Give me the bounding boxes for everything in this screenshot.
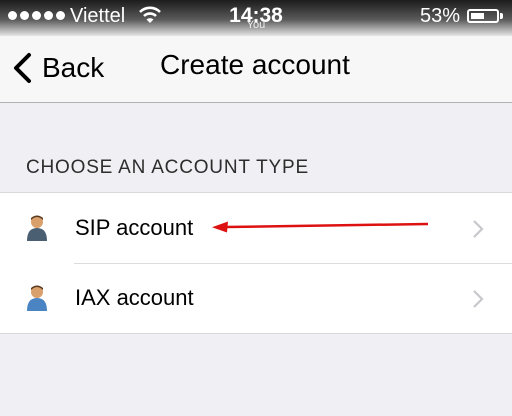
user-icon: [27, 285, 47, 311]
battery-level-fill: [471, 13, 484, 19]
sip-account-label: SIP account: [75, 215, 194, 240]
user-icon-body: [27, 298, 47, 311]
battery-icon: [467, 9, 499, 23]
chevron-left-icon: [14, 53, 31, 83]
battery-tip: [500, 13, 503, 19]
iax-account-label: IAX account: [75, 285, 194, 310]
page-title: Create account: [160, 49, 350, 80]
user-icon: [27, 215, 47, 241]
navigation-bar: Back Create account: [0, 36, 512, 103]
status-bar: Viettel 14:38 You 53%: [0, 0, 512, 36]
battery-percent: 53%: [420, 5, 461, 27]
account-type-list: SIP account IAX account: [0, 192, 512, 334]
annotation-arrow: [212, 221, 429, 233]
chevron-right-icon: [473, 220, 484, 238]
back-label: Back: [42, 52, 105, 83]
section-header: CHOOSE AN ACCOUNT TYPE: [26, 157, 309, 178]
back-button[interactable]: Back: [12, 48, 104, 88]
iax-account-row[interactable]: IAX account: [0, 263, 512, 333]
user-icon-body: [27, 228, 47, 241]
chevron-right-icon: [473, 290, 484, 308]
sip-account-row[interactable]: SIP account: [0, 193, 512, 263]
